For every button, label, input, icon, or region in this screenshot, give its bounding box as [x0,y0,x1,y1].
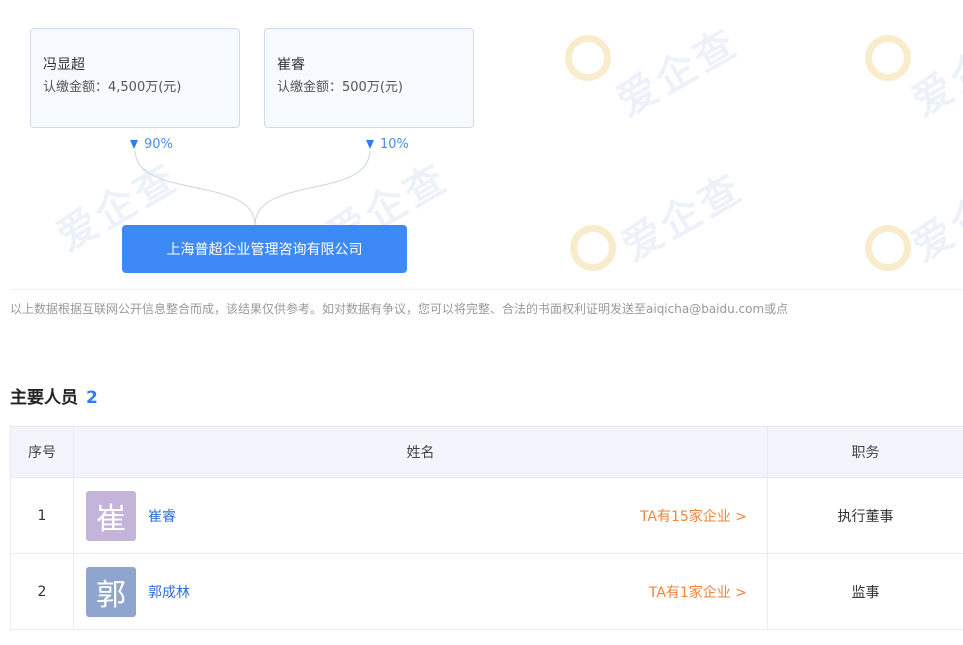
watermark-logo-icon [865,225,911,271]
section-title: 主要人员 2 [10,383,98,408]
watermark: 爱企查 [609,19,747,126]
disclaimer-text: 以上数据根据互联网公开信息整合而成，该结果仅供参考。如对数据有争议，您可以将完整… [10,302,789,316]
related-companies-link[interactable]: TA有15家企业 > [640,506,747,526]
share-percent: 10% [366,137,409,152]
watermark-logo-icon [865,35,911,81]
shareholder-name: 冯显超 [43,57,85,73]
row-name-cell: 郭 郭成林 TA有1家企业 > [73,553,768,630]
header-index: 序号 [10,426,74,478]
table-row: 2 郭 郭成林 TA有1家企业 > 监事 [10,553,963,630]
arrow-down-icon [130,140,138,149]
personnel-count: 2 [86,388,98,408]
share-percent-label: 90% [144,137,173,152]
page: 爱企查 爱企查 爱企查 爱企查 爱企查 爱企查 冯显超 认缴金额：4,500万(… [0,0,963,645]
share-percent-label: 10% [380,137,409,152]
avatar[interactable]: 崔 [86,490,136,541]
personnel-table: 序号 姓名 职务 1 崔 崔睿 TA有15家企业 > 执行董事 2 郭 郭成林 … [10,426,963,630]
related-companies-link[interactable]: TA有1家企业 > [649,582,747,602]
watermark: 爱企查 [904,19,963,126]
share-percent: 90% [130,137,173,152]
header-position: 职务 [767,426,963,478]
arrow-down-icon [366,140,374,149]
person-name-link[interactable]: 崔睿 [148,506,176,526]
row-position: 监事 [767,553,963,630]
person-name-link[interactable]: 郭成林 [148,582,190,602]
table-row: 1 崔 崔睿 TA有15家企业 > 执行董事 [10,477,963,554]
shareholder-amount: 认缴金额：500万(元) [277,80,403,95]
watermark: 爱企查 [904,164,963,271]
equity-chart: 爱企查 爱企查 爱企查 爱企查 爱企查 爱企查 冯显超 认缴金额：4,500万(… [10,0,963,290]
section-title-label: 主要人员 [10,388,78,408]
row-name-cell: 崔 崔睿 TA有15家企业 > [73,477,768,554]
avatar[interactable]: 郭 [86,566,136,617]
shareholder-amount: 认缴金额：4,500万(元) [43,80,182,95]
row-position: 执行董事 [767,477,963,554]
watermark: 爱企查 [614,164,752,271]
header-name: 姓名 [73,426,768,478]
shareholder-card[interactable]: 冯显超 认缴金额：4,500万(元) [30,28,240,128]
row-index: 2 [10,553,74,630]
shareholder-name: 崔睿 [277,57,305,73]
table-header-row: 序号 姓名 职务 [10,426,963,478]
row-index: 1 [10,477,74,554]
company-node[interactable]: 上海普超企业管理咨询有限公司 [122,225,407,273]
shareholder-card[interactable]: 崔睿 认缴金额：500万(元) [264,28,474,128]
